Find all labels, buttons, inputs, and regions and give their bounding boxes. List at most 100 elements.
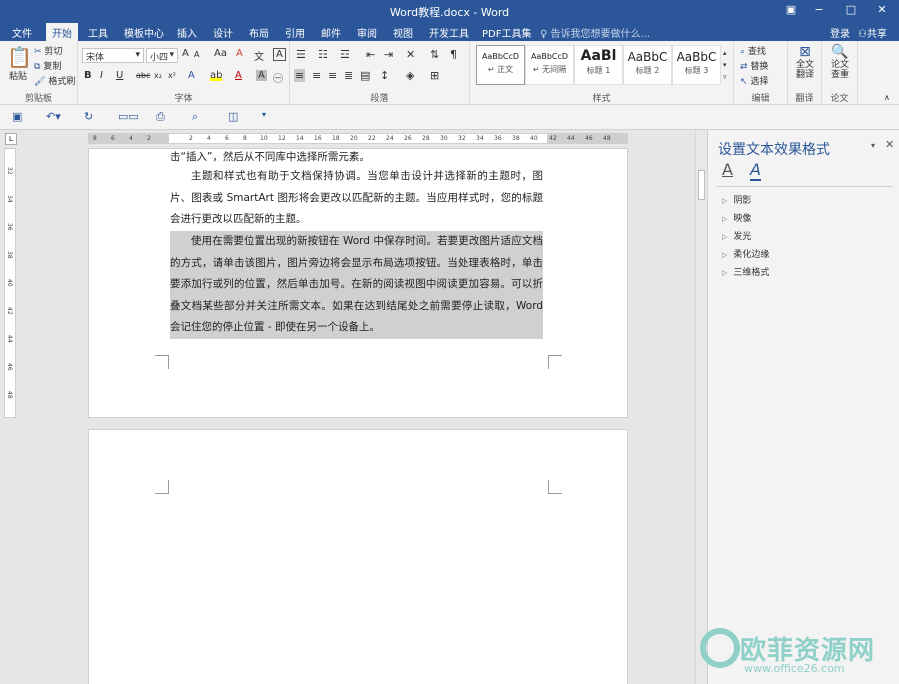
- tab-insert[interactable]: 插入: [177, 25, 197, 40]
- style-heading-3[interactable]: AaBbC 标题 3: [672, 45, 721, 85]
- vertical-ruler[interactable]: 32 34 36 38 40 42 44 46 48: [4, 148, 16, 418]
- align-left-icon[interactable]: ≡: [294, 69, 306, 82]
- minimize-button[interactable]: −: [807, 3, 831, 16]
- align-right-icon[interactable]: ≡: [328, 69, 337, 82]
- two-pages-icon[interactable]: ▭▭: [118, 110, 139, 123]
- strikethrough-button[interactable]: abc: [136, 71, 150, 80]
- grow-font-button[interactable]: A: [182, 48, 189, 59]
- superscript-button[interactable]: x²: [168, 71, 176, 80]
- tell-me-search[interactable]: ♀ 告诉我您想要做什么...: [540, 25, 650, 40]
- font-name-select[interactable]: 宋体 ▾: [82, 48, 144, 63]
- tab-developer[interactable]: 开发工具: [429, 25, 469, 40]
- close-button[interactable]: ✕: [870, 3, 894, 16]
- replace-button[interactable]: ⇄ 替换: [740, 59, 768, 72]
- bold-button[interactable]: B: [84, 70, 92, 81]
- font-color-button[interactable]: A: [235, 70, 242, 81]
- ruler-tick: 40: [6, 279, 13, 287]
- ribbon-display-options-button[interactable]: ▣: [779, 3, 803, 16]
- italic-button[interactable]: I: [100, 70, 103, 81]
- highlight-color-button[interactable]: ab: [210, 70, 223, 81]
- justify-icon[interactable]: ≣: [344, 69, 353, 82]
- style-heading-1[interactable]: AaBl 标题 1: [574, 45, 623, 85]
- tab-design[interactable]: 设计: [213, 25, 233, 40]
- pane-item-shadow[interactable]: ▷ 阴影: [722, 193, 751, 206]
- tab-file[interactable]: 文件: [12, 25, 32, 40]
- clear-formatting-button[interactable]: A: [236, 48, 243, 59]
- tab-template-center[interactable]: 模板中心: [124, 25, 164, 40]
- pane-options-icon[interactable]: ▾: [871, 141, 875, 150]
- bullets-icon[interactable]: ☰: [296, 48, 306, 61]
- pane-item-reflection[interactable]: ▷ 映像: [722, 211, 751, 224]
- undo-icon[interactable]: ↶▾: [46, 110, 61, 123]
- document-page[interactable]: 击“插入”，然后从不同库中选择所需元素。 主题和样式也有助于文档保持协调。当您单…: [88, 148, 628, 418]
- scrollbar-thumb[interactable]: [698, 170, 705, 200]
- style-normal[interactable]: AaBbCcD ↵ 正文: [476, 45, 525, 85]
- chevron-down-icon: ▾: [169, 50, 174, 60]
- tab-mailings[interactable]: 邮件: [321, 25, 341, 40]
- borders-icon[interactable]: ⊞: [430, 69, 439, 82]
- text-effects-button[interactable]: A: [188, 70, 195, 81]
- shading-icon[interactable]: ◈: [406, 69, 414, 82]
- collapse-ribbon-icon[interactable]: ∧: [884, 93, 890, 102]
- restore-button[interactable]: □: [839, 3, 863, 16]
- align-center-icon[interactable]: ≡: [312, 69, 321, 82]
- multilevel-list-icon[interactable]: ☲: [340, 48, 350, 61]
- shrink-font-button[interactable]: A: [194, 50, 199, 59]
- tab-tools[interactable]: 工具: [88, 25, 108, 40]
- cut-button[interactable]: ✂ 剪切: [34, 44, 62, 57]
- save-icon[interactable]: ▣: [12, 110, 22, 123]
- pane-item-glow[interactable]: ▷ 发光: [722, 229, 751, 242]
- paragraph-2[interactable]: 主题和样式也有助于文档保持协调。当您单击设计并选择新的主题时，图片、图表或 Sm…: [170, 166, 543, 231]
- paragraph-group-label: 段落: [370, 94, 389, 104]
- full-text-translate-button[interactable]: ⊠ 全文翻译: [792, 44, 818, 80]
- character-shading-button[interactable]: A: [256, 70, 267, 81]
- screenshot-icon[interactable]: ◫: [228, 110, 238, 123]
- subscript-button[interactable]: x₂: [154, 71, 162, 80]
- copy-button[interactable]: ⧉ 复制: [34, 59, 61, 72]
- show-marks-icon[interactable]: ¶: [450, 48, 457, 61]
- change-case-button[interactable]: Aa: [214, 48, 227, 59]
- style-no-spacing[interactable]: AaBbCcD ↵ 无间隔: [525, 45, 574, 85]
- close-icon[interactable]: ✕: [885, 138, 894, 151]
- horizontal-ruler[interactable]: 8 6 4 2 2 4 6 8 10 12 14 16 18 20 22 24 …: [88, 133, 628, 144]
- select-button[interactable]: ↖ 选择: [740, 74, 768, 87]
- customize-qat-icon[interactable]: ▾: [262, 110, 266, 119]
- paper-check-button[interactable]: 🔍 论文查重: [826, 44, 854, 80]
- paste-button[interactable]: 📋 粘贴: [7, 45, 32, 82]
- decrease-indent-icon[interactable]: ⇤: [366, 48, 375, 61]
- style-heading-2[interactable]: AaBbC 标题 2: [623, 45, 672, 85]
- selected-paragraph[interactable]: 使用在需要位置出现的新按钮在 Word 中保存时间。若要更改图片适应文档的方式，…: [170, 231, 543, 339]
- tab-references[interactable]: 引用: [285, 25, 305, 40]
- text-effects-tab-icon[interactable]: A: [750, 160, 761, 181]
- text-fill-outline-tab-icon[interactable]: A: [722, 160, 733, 179]
- pane-item-3d-format[interactable]: ▷ 三维格式: [722, 265, 769, 278]
- print-preview-icon[interactable]: ⎙: [156, 110, 165, 124]
- character-border-button[interactable]: A: [273, 48, 286, 61]
- tab-review[interactable]: 审阅: [357, 25, 377, 40]
- redo-icon[interactable]: ↻: [84, 110, 93, 123]
- distributed-icon[interactable]: ▤: [360, 69, 370, 82]
- tab-layout[interactable]: 布局: [249, 25, 269, 40]
- document-page[interactable]: [88, 429, 628, 684]
- share-button[interactable]: ⚇共享: [858, 25, 887, 40]
- sort-icon[interactable]: ⇅: [430, 48, 439, 61]
- vertical-scrollbar[interactable]: [695, 130, 707, 684]
- chinese-layout-icon[interactable]: ✕: [406, 48, 415, 61]
- underline-button[interactable]: U: [116, 70, 123, 81]
- format-painter-button[interactable]: 🖌 格式刷: [34, 74, 75, 87]
- increase-indent-icon[interactable]: ⇥: [384, 48, 393, 61]
- tab-pdf-tools[interactable]: PDF工具集: [482, 25, 531, 40]
- zoom-icon[interactable]: ⌕: [192, 110, 198, 124]
- styles-scroll-icon[interactable]: ▴ ▾ ▿: [723, 47, 727, 83]
- line-spacing-icon[interactable]: ↕: [380, 69, 389, 82]
- find-button[interactable]: ⌕ 查找: [740, 44, 766, 57]
- login-button[interactable]: 登录: [830, 25, 850, 40]
- numbering-icon[interactable]: ☷: [318, 48, 328, 61]
- tab-selector[interactable]: L: [5, 133, 17, 145]
- enclose-characters-icon[interactable]: ㊀: [273, 70, 283, 85]
- font-size-select[interactable]: 小四 ▾: [146, 48, 178, 63]
- tab-view[interactable]: 视图: [393, 25, 413, 40]
- pane-item-soft-edges[interactable]: ▷ 柔化边缘: [722, 247, 769, 260]
- tab-home[interactable]: 开始: [46, 23, 78, 41]
- phonetic-guide-button[interactable]: 文: [254, 48, 264, 63]
